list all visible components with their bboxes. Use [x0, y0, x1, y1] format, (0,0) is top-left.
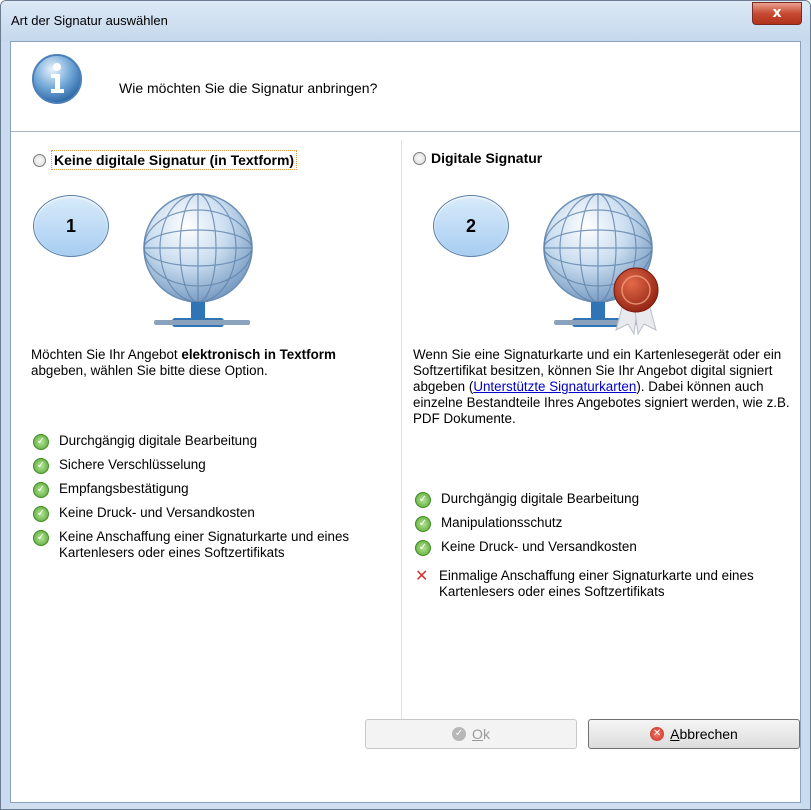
feature-text: Keine Druck- und Versandkosten [441, 539, 637, 554]
list-item: ✓ Keine Druck- und Versandkosten [415, 539, 790, 556]
cross-icon: ✕ [415, 568, 429, 585]
ok-mnemonic: O [472, 726, 483, 742]
feature-text: Keine Druck- und Versandkosten [59, 505, 255, 520]
list-item: ✓ Durchgängig digitale Bearbeitung [33, 433, 378, 450]
globe-network-icon [543, 193, 659, 336]
frame-left [1, 41, 10, 809]
left-description: Möchten Sie Ihr Angebot elektronisch in … [31, 347, 361, 379]
list-item: ✓ Sichere Verschlüsselung [33, 457, 378, 474]
radio-button-no-digital[interactable] [33, 153, 46, 167]
feature-text: Durchgängig digitale Bearbeitung [59, 433, 258, 448]
ok-label: Ok [472, 726, 490, 742]
left-feature-list: ✓ Durchgängig digitale Bearbeitung ✓ Siche… [33, 433, 378, 568]
cancel-label-rest: bbrechen [679, 726, 738, 742]
option-no-digital-signature[interactable]: Keine digitale Signatur (in Textform) [33, 150, 298, 170]
check-icon: ✓ [415, 492, 431, 508]
feature-text: Empfangsbestätigung [59, 481, 189, 496]
feature-text: Sichere Verschlüsselung [59, 457, 206, 472]
check-icon: ✓ [33, 458, 49, 474]
feature-text: Durchgängig digitale Bearbeitung [441, 491, 640, 506]
cancel-label: Abbrechen [670, 726, 738, 742]
supported-cards-link[interactable]: Unterstützte Signaturkarten [473, 379, 636, 394]
list-item: ✕ Einmalige Anschaffung einer Signaturkar… [415, 568, 790, 600]
frame-right [801, 41, 810, 809]
option-label-digital[interactable]: Digitale Signatur [431, 150, 542, 166]
right-description: Wenn Sie eine Signaturkarte und ein Kart… [413, 347, 793, 427]
list-item: ✓ Empfangsbestätigung [33, 481, 378, 498]
cancel-icon: ✕ [650, 727, 665, 741]
check-icon: ✓ [415, 516, 431, 532]
left-desc-text-2: abgeben, wählen Sie bitte diese Option. [31, 363, 268, 378]
ok-label-rest: k [482, 726, 490, 742]
left-desc-text-1: Möchten Sie Ihr Angebot [31, 347, 182, 362]
window-title: Art der Signatur auswählen [11, 13, 168, 28]
feature-text: Manipulationsschutz [441, 515, 563, 530]
column-divider [401, 140, 402, 726]
right-feature-list: ✓ Durchgängig digitale Bearbeitung ✓ Manip… [415, 491, 790, 607]
option-digital-signature[interactable]: Digitale Signatur [413, 150, 542, 166]
globe-network-icon [143, 193, 253, 327]
ok-button[interactable]: ✓ Ok [365, 719, 577, 749]
list-item: ✓ Keine Anschaffung einer Signaturkarte u… [33, 529, 378, 561]
radio-button-digital[interactable] [413, 151, 426, 165]
check-icon: ✓ [33, 506, 49, 522]
close-button[interactable]: x [752, 2, 802, 25]
check-icon: ✓ [33, 530, 49, 546]
left-desc-bold: elektronisch in Textform [181, 347, 336, 362]
check-icon: ✓ [33, 482, 49, 498]
cancel-button[interactable]: ✕ Abbrechen [588, 719, 800, 749]
feature-text: Keine Anschaffung einer Signaturkarte un… [59, 529, 350, 560]
header: Wie möchten Sie die Signatur anbringen? [11, 42, 800, 132]
info-icon [32, 54, 82, 104]
dialog-body: Wie möchten Sie die Signatur anbringen? … [10, 41, 801, 803]
list-item: ✓ Keine Druck- und Versandkosten [33, 505, 378, 522]
list-item: ✓ Manipulationsschutz [415, 515, 790, 532]
check-icon: ✓ [452, 727, 467, 741]
step-badge-2: 2 [433, 195, 509, 257]
step-badge-1: 1 [33, 195, 109, 257]
check-icon: ✓ [33, 434, 49, 450]
feature-text: Einmalige Anschaffung einer Signaturkart… [439, 568, 754, 599]
header-question: Wie möchten Sie die Signatur anbringen? [119, 80, 378, 96]
check-icon: ✓ [415, 540, 431, 556]
list-item: ✓ Durchgängig digitale Bearbeitung [415, 491, 790, 508]
option-label-no-digital[interactable]: Keine digitale Signatur (in Textform) [51, 150, 298, 170]
dialog-window: Art der Signatur auswählen x Wie möchten… [0, 0, 811, 810]
title-bar: Art der Signatur auswählen x [1, 1, 810, 41]
